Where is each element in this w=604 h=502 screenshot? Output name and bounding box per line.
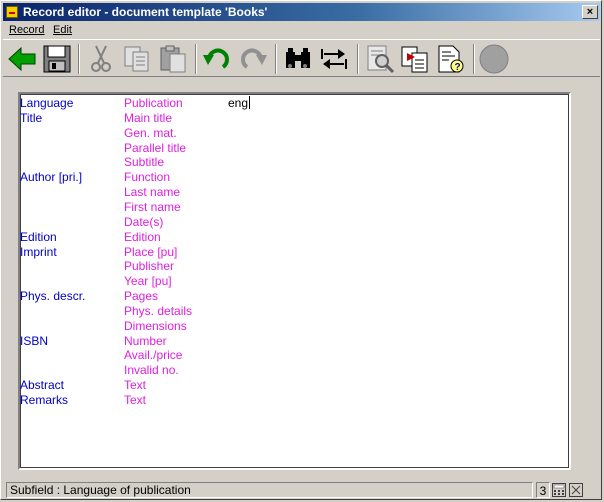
menu-record-label: Record	[9, 24, 45, 36]
find-icon[interactable]	[282, 43, 314, 75]
back-arrow-icon[interactable]	[6, 43, 38, 75]
menu-edit-label: Edit	[53, 24, 72, 36]
subfield-label: First name	[124, 199, 181, 214]
field-label: Phys. descr.	[20, 289, 86, 304]
toolbar: ?	[3, 39, 600, 77]
record-editor[interactable]: Language Publication eng Title Main title Gen…	[18, 92, 571, 470]
undo-icon[interactable]	[201, 43, 233, 75]
stop-circle-icon[interactable]	[478, 43, 510, 75]
field-label: Title	[20, 110, 43, 125]
subfield-label: Phys. details	[124, 303, 193, 318]
save-icon[interactable]	[41, 43, 73, 75]
menu-record[interactable]: Record	[9, 22, 44, 39]
swap-icon[interactable]	[318, 43, 350, 75]
record-editor-window: Record editor - document template 'Books…	[0, 0, 602, 500]
toolbar-separator	[357, 44, 359, 74]
resize-grip-icon[interactable]	[569, 483, 583, 497]
menu-edit[interactable]: Edit	[53, 22, 72, 39]
field-label: Remarks	[20, 393, 69, 407]
field-label: Imprint	[20, 244, 57, 259]
toolbar-separator	[473, 44, 475, 74]
toolbar-separator	[275, 44, 277, 74]
svg-text:?: ?	[455, 62, 461, 73]
paste-icon[interactable]	[157, 43, 189, 75]
title-bar[interactable]: Record editor - document template 'Books…	[3, 3, 600, 21]
subfield-label: Text	[124, 378, 147, 393]
redo-icon[interactable]	[237, 43, 269, 75]
subfield-label: Invalid no.	[124, 363, 179, 378]
toolbar-separator	[195, 44, 197, 74]
subfield-label: Dimensions	[124, 318, 187, 333]
window-title: Record editor - document template 'Books…	[23, 5, 268, 19]
subfield-label: Subtitle	[124, 155, 165, 170]
field-label: ISBN	[20, 333, 49, 348]
subfield-label: Main title	[124, 110, 173, 125]
text-caret	[249, 96, 251, 109]
subfield-label: Edition	[124, 229, 161, 244]
menu-bar: Record Edit	[3, 22, 600, 39]
status-text: Subfield : Language of publication	[6, 482, 533, 498]
field-label: Edition	[20, 229, 57, 244]
subfield-label: Number	[124, 333, 167, 348]
field-value[interactable]: eng	[228, 96, 251, 111]
toolbar-separator	[78, 44, 80, 74]
subfield-label: Year [pu]	[124, 274, 172, 289]
subfield-label: Text	[124, 393, 147, 407]
subfield-label: Last name	[124, 185, 181, 200]
field-label: Abstract	[20, 378, 65, 393]
subfield-label: Pages	[124, 289, 159, 304]
subfield-label: Date(s)	[124, 214, 164, 229]
subfield-label: Avail./price	[124, 348, 183, 363]
copy-template-icon[interactable]	[399, 43, 431, 75]
close-button[interactable]: ×	[582, 5, 598, 19]
cut-icon[interactable]	[85, 43, 117, 75]
subfield-label: Place [pu]	[124, 244, 178, 259]
copy-icon[interactable]	[121, 43, 153, 75]
search-document-icon[interactable]	[364, 43, 396, 75]
subfield-label: Publication	[124, 96, 183, 110]
field-label: Author [pri.]	[20, 170, 83, 185]
calculator-icon[interactable]	[552, 483, 566, 497]
field-value-text: eng	[228, 96, 249, 110]
status-number: 3	[536, 482, 550, 498]
status-bar: Subfield : Language of publication 3	[3, 480, 600, 500]
subfield-label: Function	[124, 170, 171, 185]
app-icon	[6, 6, 18, 18]
subfield-label: Parallel title	[124, 140, 187, 155]
subfield-label: Publisher	[124, 259, 175, 274]
field-label: Language	[20, 96, 74, 110]
document-help-icon[interactable]: ?	[435, 43, 467, 75]
subfield-label: Gen. mat.	[124, 125, 177, 140]
